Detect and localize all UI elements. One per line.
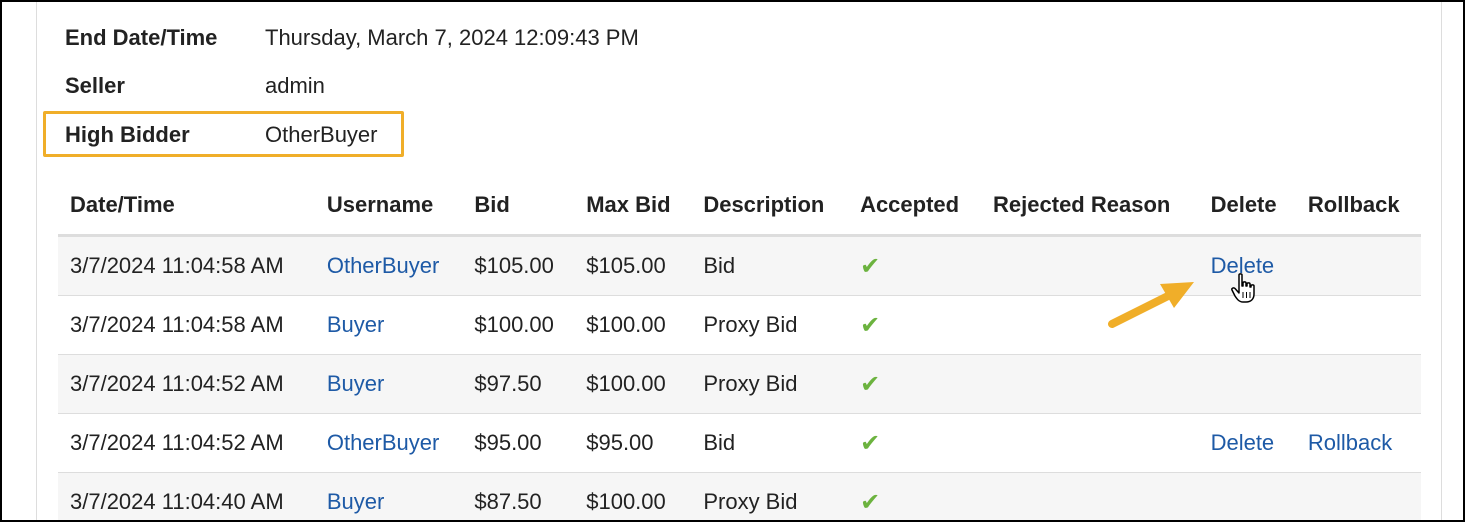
table-header-row: Date/Time Username Bid Max Bid Descripti… <box>58 176 1421 237</box>
high-bidder-highlight <box>43 111 404 157</box>
column-header-rejected-reason: Rejected Reason <box>981 176 1199 237</box>
rollback-link[interactable]: Rollback <box>1308 430 1392 455</box>
checkmark-icon: ✔ <box>860 488 881 516</box>
description-cell: Bid <box>691 235 849 296</box>
description-cell: Bid <box>691 413 849 473</box>
rollback-cell <box>1295 354 1421 414</box>
rollback-cell <box>1295 235 1421 296</box>
username-cell: OtherBuyer <box>314 235 463 296</box>
max-bid-cell: $105.00 <box>574 235 692 296</box>
checkmark-icon: ✔ <box>860 311 881 339</box>
description-cell: Proxy Bid <box>691 295 849 355</box>
delete-link[interactable]: Delete <box>1211 430 1275 455</box>
delete-cell <box>1198 472 1296 520</box>
table-row: 3/7/2024 11:04:40 AM Buyer $87.50 $100.0… <box>58 472 1421 520</box>
username-link[interactable]: Buyer <box>327 489 384 514</box>
username-cell: Buyer <box>314 295 463 355</box>
end-datetime-label: End Date/Time <box>65 25 218 50</box>
delete-cell <box>1198 354 1296 414</box>
description-cell: Proxy Bid <box>691 354 849 414</box>
accepted-cell: ✔ <box>848 295 982 355</box>
hand-pointer-icon <box>1230 272 1260 306</box>
rollback-cell: Rollback <box>1295 413 1421 473</box>
bid-cell: $87.50 <box>462 472 575 520</box>
username-link[interactable]: OtherBuyer <box>327 253 440 278</box>
datetime-cell: 3/7/2024 11:04:40 AM <box>58 472 315 520</box>
max-bid-cell: $100.00 <box>574 295 692 355</box>
table-row: 3/7/2024 11:04:58 AM Buyer $100.00 $100.… <box>58 295 1421 355</box>
max-bid-cell: $100.00 <box>574 472 692 520</box>
column-header-bid: Bid <box>462 176 575 237</box>
datetime-cell: 3/7/2024 11:04:52 AM <box>58 413 315 473</box>
username-link[interactable]: Buyer <box>327 371 384 396</box>
bid-history-table: Date/Time Username Bid Max Bid Descripti… <box>58 176 1421 520</box>
username-link[interactable]: OtherBuyer <box>327 430 440 455</box>
datetime-cell: 3/7/2024 11:04:58 AM <box>58 295 315 355</box>
seller-value: admin <box>265 73 325 98</box>
rollback-cell <box>1295 472 1421 520</box>
checkmark-icon: ✔ <box>860 370 881 398</box>
max-bid-cell: $95.00 <box>574 413 692 473</box>
rejected-reason-cell <box>981 354 1199 414</box>
bid-cell: $97.50 <box>462 354 575 414</box>
column-header-delete: Delete <box>1198 176 1296 237</box>
username-cell: Buyer <box>314 354 463 414</box>
table-row: 3/7/2024 11:04:52 AM Buyer $97.50 $100.0… <box>58 354 1421 414</box>
username-link[interactable]: Buyer <box>327 312 384 337</box>
datetime-cell: 3/7/2024 11:04:58 AM <box>58 235 315 296</box>
rejected-reason-cell <box>981 413 1199 473</box>
accepted-cell: ✔ <box>848 235 982 296</box>
column-header-username: Username <box>314 176 463 237</box>
column-header-rollback: Rollback <box>1295 176 1421 237</box>
rejected-reason-cell <box>981 472 1199 520</box>
bid-cell: $95.00 <box>462 413 575 473</box>
rollback-cell <box>1295 295 1421 355</box>
column-header-datetime: Date/Time <box>58 176 315 237</box>
screenshot-frame: End Date/Time Thursday, March 7, 2024 12… <box>0 0 1465 522</box>
description-cell: Proxy Bid <box>691 472 849 520</box>
seller-row: Seller admin <box>65 71 325 101</box>
column-header-max-bid: Max Bid <box>574 176 692 237</box>
bid-cell: $100.00 <box>462 295 575 355</box>
column-header-description: Description <box>691 176 849 237</box>
arrow-annotation-icon <box>1102 272 1212 342</box>
checkmark-icon: ✔ <box>860 429 881 457</box>
delete-cell: Delete <box>1198 413 1296 473</box>
bid-cell: $105.00 <box>462 235 575 296</box>
seller-label: Seller <box>65 73 125 98</box>
max-bid-cell: $100.00 <box>574 354 692 414</box>
table-row: 3/7/2024 11:04:52 AM OtherBuyer $95.00 $… <box>58 413 1421 473</box>
accepted-cell: ✔ <box>848 354 982 414</box>
accepted-cell: ✔ <box>848 472 982 520</box>
accepted-cell: ✔ <box>848 413 982 473</box>
column-header-accepted: Accepted <box>848 176 982 237</box>
username-cell: OtherBuyer <box>314 413 463 473</box>
datetime-cell: 3/7/2024 11:04:52 AM <box>58 354 315 414</box>
table-row: 3/7/2024 11:04:58 AM OtherBuyer $105.00 … <box>58 235 1421 296</box>
end-datetime-row: End Date/Time Thursday, March 7, 2024 12… <box>65 23 639 53</box>
checkmark-icon: ✔ <box>860 252 881 280</box>
username-cell: Buyer <box>314 472 463 520</box>
end-datetime-value: Thursday, March 7, 2024 12:09:43 PM <box>265 25 639 50</box>
